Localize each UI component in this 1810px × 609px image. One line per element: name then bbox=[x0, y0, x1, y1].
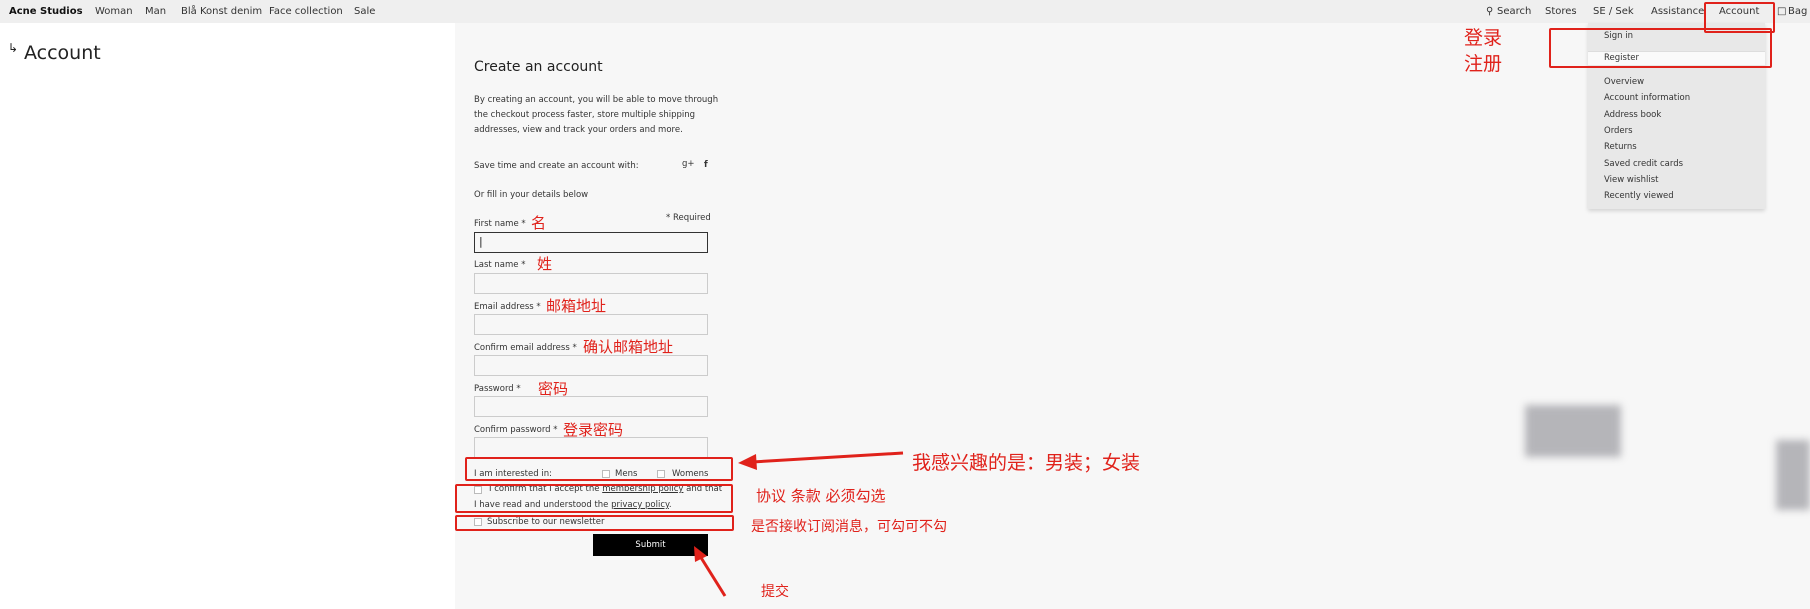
arrow-submit bbox=[698, 555, 727, 597]
annotation-newsletter: 是否接收订阅消息，可勾可不勾 bbox=[751, 519, 947, 535]
annotation-submit: 提交 bbox=[761, 584, 789, 600]
annotation-interest: 我感兴趣的是：男装；女装 bbox=[912, 452, 1141, 474]
arrow-head bbox=[738, 454, 757, 470]
annotation-terms: 协议 条款 必须勾选 bbox=[756, 487, 886, 505]
arrow-interest bbox=[751, 451, 904, 464]
